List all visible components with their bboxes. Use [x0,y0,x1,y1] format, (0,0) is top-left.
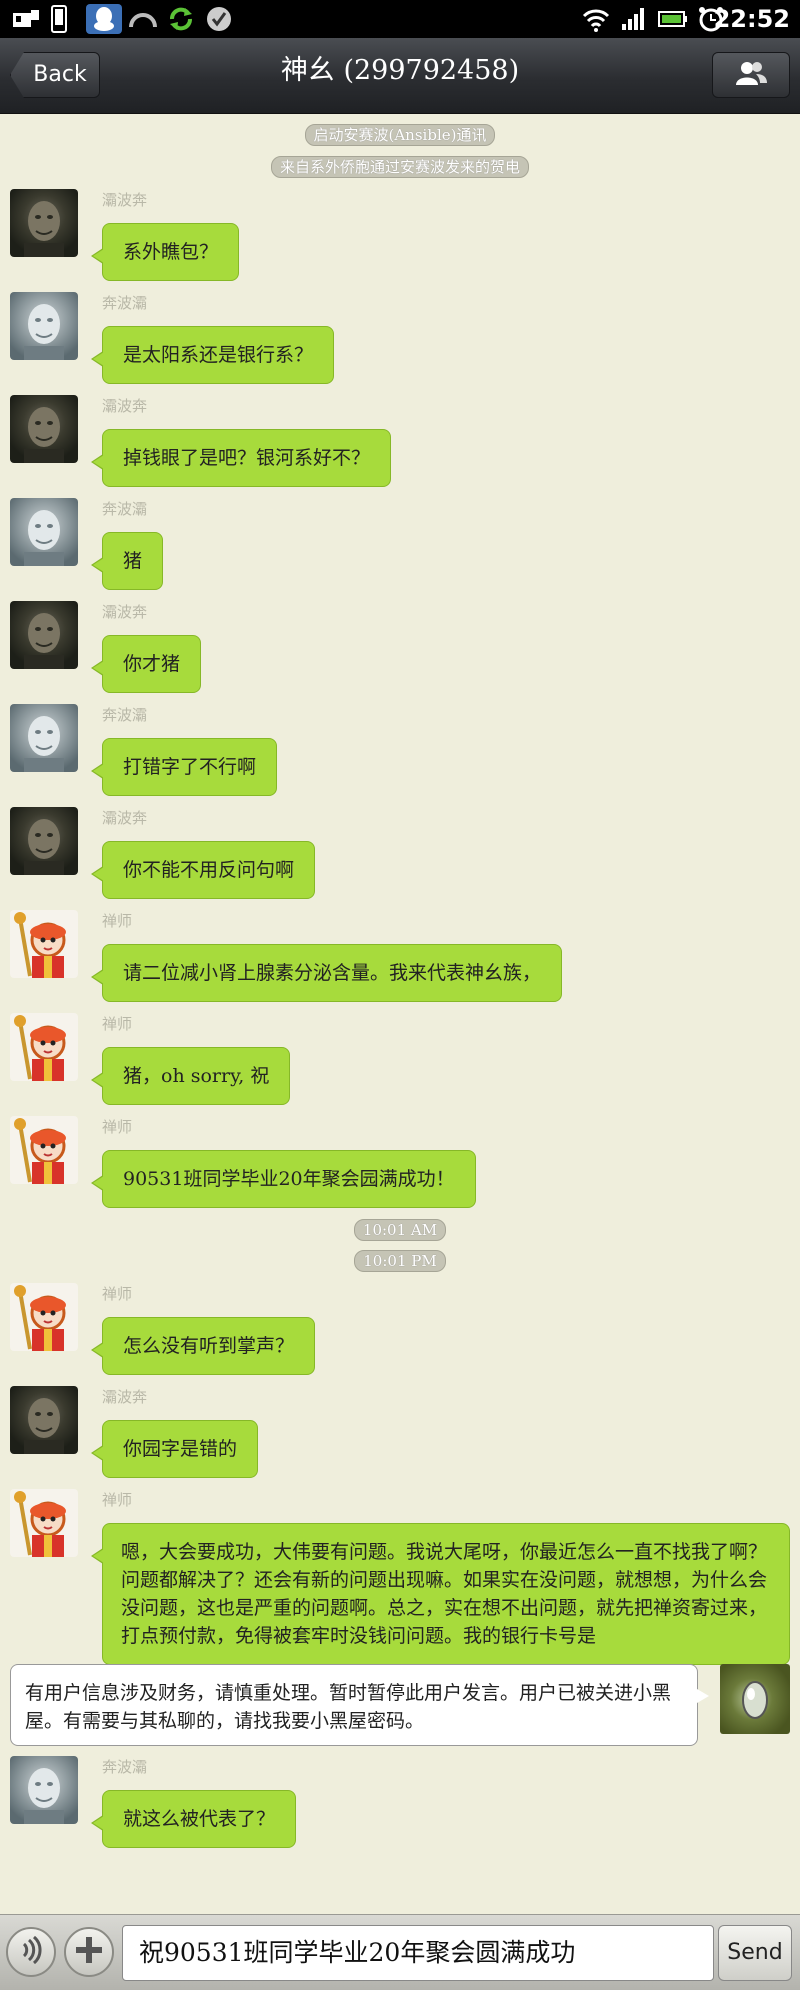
battery-icon [656,4,690,34]
sender-name: 奔波灞 [102,706,148,724]
sender-avatar[interactable] [10,1013,78,1081]
message-bubble[interactable]: 就这么被代表了？ [90,1790,297,1848]
sender-name: 禅师 [102,1118,133,1136]
timestamp-label: 10:01 AM [353,1219,447,1241]
message-bubble[interactable]: 猪 [90,532,164,590]
message-bubble[interactable]: 你才猪 [90,635,202,693]
group-members-button[interactable] [712,52,790,98]
qq-icon [86,4,122,34]
system-notice-label: 来自系外侨胞通过安赛波发来的贺电 [270,156,529,178]
sender-avatar[interactable] [10,704,78,772]
sender-name: 禅师 [102,912,133,930]
self-avatar[interactable] [720,1664,790,1734]
timestamp: 10:01 AM [0,1219,800,1241]
sender-avatar[interactable] [10,1283,78,1351]
sender-name: 灞波奔 [102,397,148,415]
sender-name: 禅师 [102,1285,133,1303]
message-bubble[interactable]: 是太阳系还是银行系？ [90,326,335,384]
sender-name: 灞波奔 [102,1388,148,1406]
sender-name: 禅师 [102,1491,133,1509]
sender-avatar[interactable] [10,910,78,978]
signal-arc-icon [126,4,160,34]
sender-avatar[interactable] [10,189,78,257]
message-bubble[interactable]: 90531班同学毕业20年聚会园满成功！ [91,1150,476,1208]
system-notice: 启动安赛波(Ansible)通讯 [0,124,800,146]
notification-icon [8,4,44,34]
message-input[interactable]: 祝90531班同学毕业20年聚会圆满成功 [122,1925,714,1981]
sender-avatar[interactable] [10,1386,78,1454]
sender-avatar[interactable] [10,292,78,360]
plus-icon [74,1935,104,1969]
cell-signal-icon [618,4,650,34]
message-bubble[interactable]: 请二位减小肾上腺素分泌含量。我来代表神幺族， [90,944,563,1002]
speaker-wave-icon [16,1935,46,1969]
system-notice-label: 启动安赛波(Ansible)通讯 [304,124,496,146]
message-bubble[interactable]: 猪，oh sorry, 祝 [90,1047,291,1105]
timestamp-label: 10:01 PM [354,1250,446,1272]
clock: 22:52 [713,5,790,33]
sender-name: 奔波灞 [102,1758,148,1776]
task-check-icon [202,4,236,34]
message-bubble[interactable]: 怎么没有听到掌声？ [90,1317,316,1375]
message-bubble[interactable]: 系外瞧包？ [90,223,240,281]
sender-name: 灞波奔 [102,191,148,209]
timestamp: 10:01 PM [0,1250,800,1272]
status-bar: 22:52 [0,0,800,38]
self-message-bubble[interactable]: 有用户信息涉及财务，请慎重处理。暂时暂停此用户发言。用户已被关进小黑屋。有需要与… [10,1664,709,1746]
message-bubble[interactable]: 嗯，大会要成功，大伟要有问题。我说大尾呀，你最近怎么一直不找我了啊？问题都解决了… [91,1523,790,1665]
message-bubble[interactable]: 掉钱眼了是吧？银河系好不？ [90,429,392,487]
input-bar: 祝90531班同学毕业20年聚会圆满成功 Send [0,1914,800,1990]
system-notice: 来自系外侨胞通过安赛波发来的贺电 [0,156,800,178]
send-button[interactable]: Send [718,1925,792,1981]
wifi-icon [580,4,612,34]
sender-avatar[interactable] [10,601,78,669]
page-title: 神幺 (299792458) [280,55,520,86]
message-bubble[interactable]: 你不能不用反问句啊 [90,841,316,899]
sender-avatar[interactable] [10,395,78,463]
people-icon [734,60,768,90]
sender-name: 奔波灞 [102,294,148,312]
add-attachment-button[interactable] [64,1927,114,1977]
sender-name: 灞波奔 [102,603,148,621]
sync-icon [164,4,198,34]
sender-avatar[interactable] [10,1116,78,1184]
message-bubble[interactable]: 你园字是错的 [90,1420,259,1478]
back-button[interactable]: Back [10,52,100,98]
sender-name: 奔波灞 [102,500,148,518]
sender-avatar[interactable] [10,498,78,566]
sender-name: 禅师 [102,1015,133,1033]
sender-avatar[interactable] [10,1489,78,1557]
voice-button[interactable] [6,1927,56,1977]
phone-icon [46,4,72,34]
sender-avatar[interactable] [10,807,78,875]
message-bubble[interactable]: 打错字了不行啊 [90,738,278,796]
sender-name: 灞波奔 [102,809,148,827]
title-bar: Back 神幺 (299792458) [0,38,800,114]
sender-avatar[interactable] [10,1756,78,1824]
